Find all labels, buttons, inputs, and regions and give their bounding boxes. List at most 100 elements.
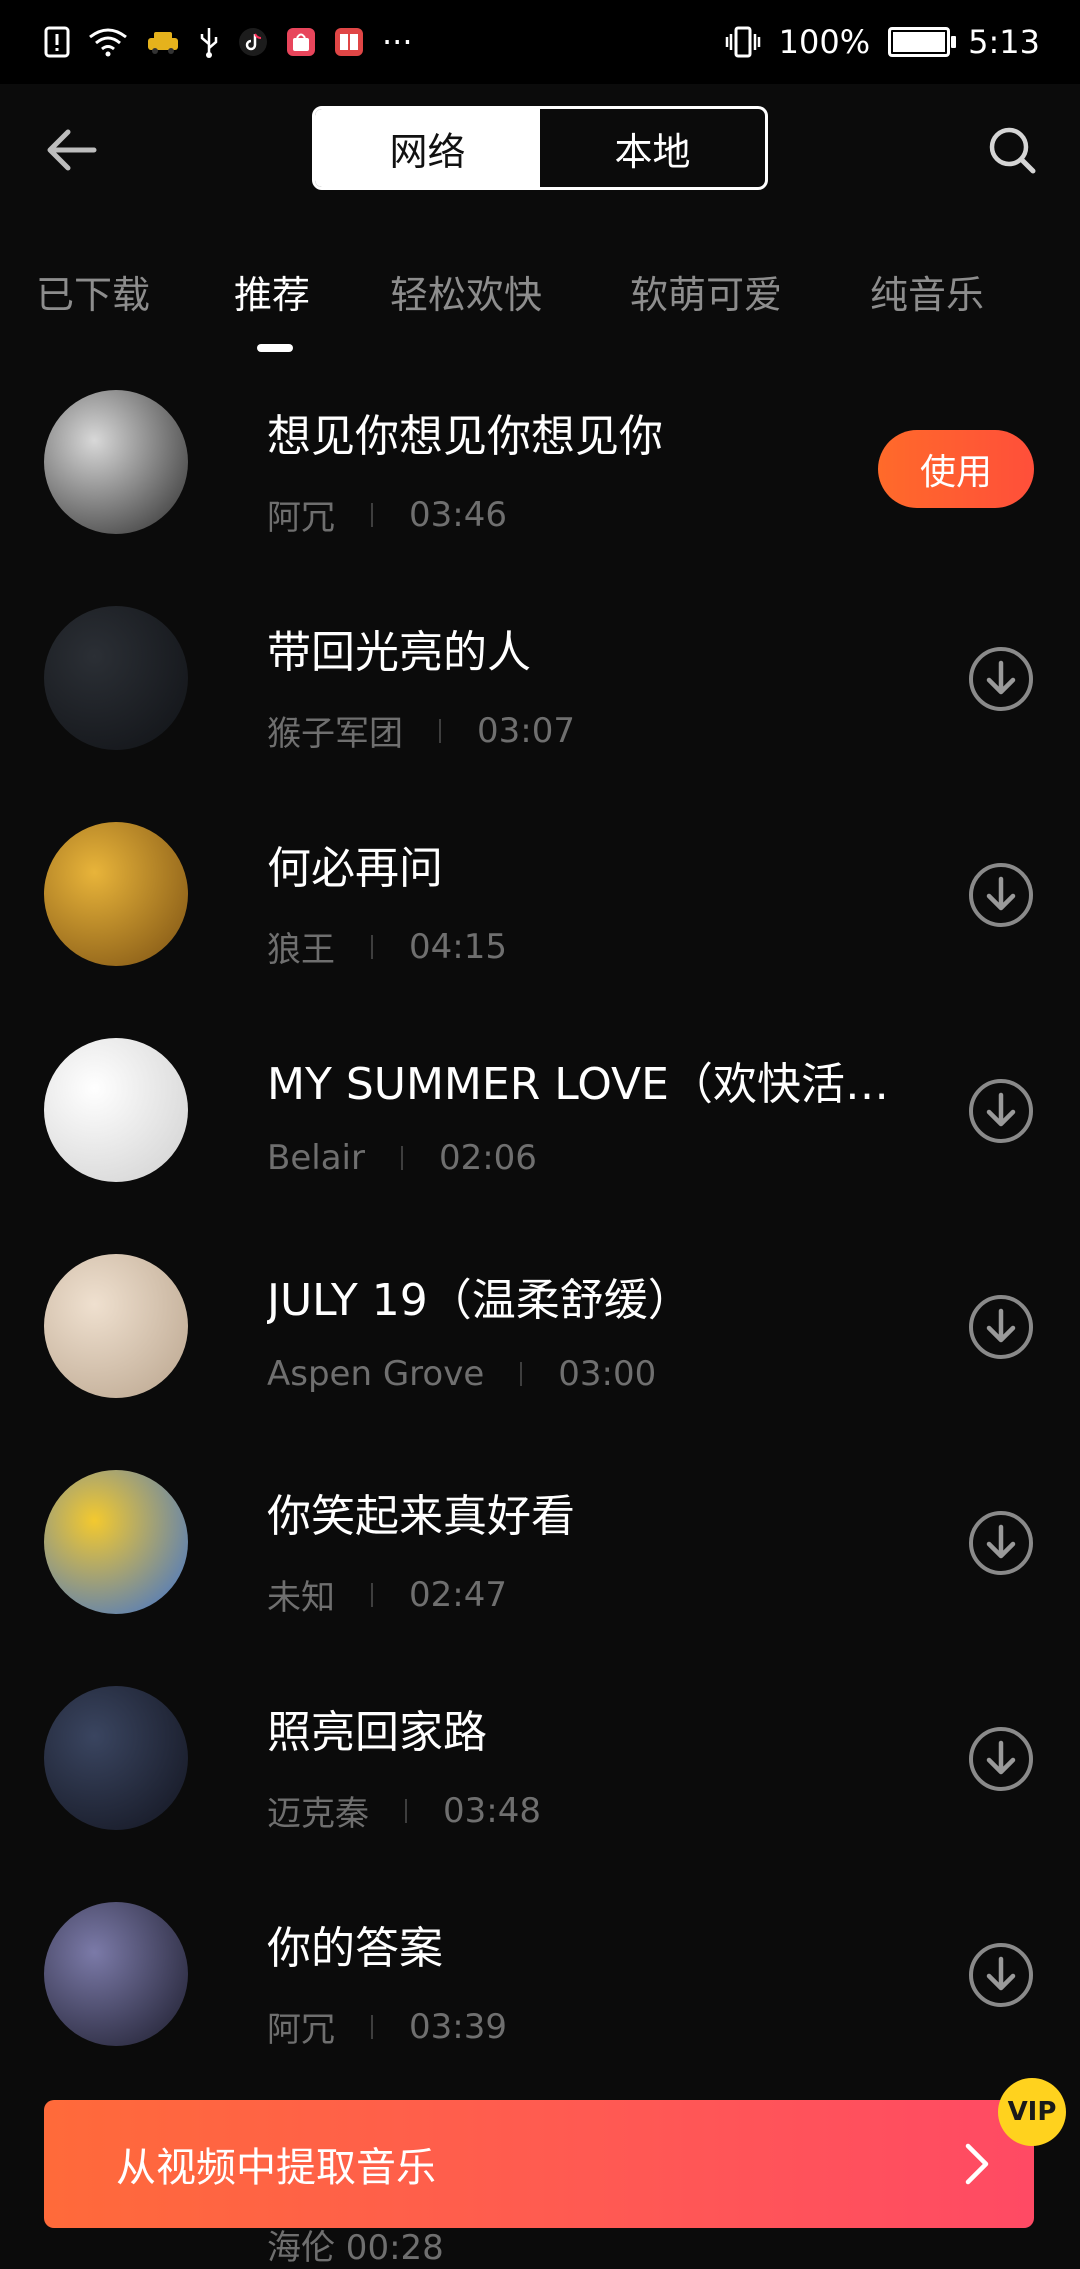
alert-icon: [44, 26, 70, 58]
download-icon[interactable]: [968, 1078, 1034, 1144]
song-meta: 阿冗 03:46: [267, 490, 507, 539]
use-song-button[interactable]: 使用: [878, 430, 1034, 508]
song-meta: Aspen Grove 03:00: [267, 1354, 656, 1394]
source-segmented-control: 网络 本地: [312, 106, 768, 190]
back-button[interactable]: [38, 118, 102, 182]
song-meta: Belair 02:06: [267, 1138, 537, 1178]
meta-divider: [439, 718, 441, 743]
tab-instrumental[interactable]: 纯音乐: [870, 264, 984, 319]
taxi-app-icon: [146, 28, 180, 56]
status-left: ···: [44, 26, 413, 58]
download-icon[interactable]: [968, 1294, 1034, 1360]
album-cover: [44, 1686, 188, 1830]
download-icon[interactable]: [968, 1726, 1034, 1792]
vip-badge: VIP: [998, 2078, 1066, 2146]
song-title: 你笑起来真好看: [267, 1491, 575, 1542]
tab-relaxed-happy[interactable]: 轻松欢快: [390, 264, 542, 319]
header: 网络 本地: [0, 84, 1080, 214]
meta-divider: [371, 934, 373, 959]
song-title: JULY 19（温柔舒缓）: [267, 1275, 692, 1326]
song-artist: 猴子军团: [267, 714, 403, 754]
album-cover: [44, 1902, 188, 2046]
segment-network[interactable]: 网络: [315, 109, 540, 187]
song-artist: 未知: [267, 1578, 335, 1618]
download-icon[interactable]: [968, 862, 1034, 928]
reader-app-icon: [334, 27, 364, 57]
wifi-icon: [88, 27, 128, 57]
meta-divider: [405, 1798, 407, 1823]
song-meta: 迈克秦 03:48: [267, 1786, 541, 1835]
song-row[interactable]: 你笑起来真好看 未知 02:47: [0, 1466, 1080, 1682]
song-title: 你的答案: [267, 1923, 443, 1974]
song-duration: 02:06: [438, 1138, 537, 1178]
search-icon: [989, 127, 1036, 174]
album-cover: [44, 1038, 188, 1182]
song-list: 想见你想见你想见你 阿冗 03:46 使用 带回光亮的人 猴子军团 03:07 …: [0, 386, 1080, 2114]
song-duration: 04:15: [409, 926, 507, 967]
tiktok-app-icon: [238, 27, 268, 57]
extract-music-label: 从视频中提取音乐: [116, 2145, 436, 2191]
download-icon[interactable]: [968, 1510, 1034, 1576]
battery-fill: [893, 32, 946, 52]
song-row[interactable]: 想见你想见你想见你 阿冗 03:46 使用: [0, 386, 1080, 602]
song-artist: 阿冗: [267, 2010, 335, 2050]
song-artist: Belair: [267, 1138, 365, 1178]
segment-local[interactable]: 本地: [540, 109, 765, 187]
song-row[interactable]: MY SUMMER LOVE（欢快活泼） Belair 02:06: [0, 1034, 1080, 1250]
song-meta: 阿冗 03:39: [267, 2002, 507, 2051]
tab-cute[interactable]: 软萌可爱: [630, 264, 782, 319]
song-row[interactable]: JULY 19（温柔舒缓） Aspen Grove 03:00: [0, 1250, 1080, 1466]
song-meta: 猴子军团 03:07: [267, 706, 575, 755]
album-cover: [44, 606, 188, 750]
search-button[interactable]: [980, 118, 1044, 182]
album-cover: [44, 1254, 188, 1398]
album-cover: [44, 390, 188, 534]
chevron-right-icon: [965, 2143, 989, 2185]
meta-divider: [520, 1362, 523, 1386]
battery-icon: [888, 27, 957, 57]
download-icon[interactable]: [968, 1942, 1034, 2008]
song-title: 何必再问: [267, 843, 443, 894]
status-right: 100% 5:13: [725, 26, 1040, 58]
vibrate-icon: [725, 26, 761, 58]
song-title: 想见你想见你想见你: [267, 411, 663, 462]
song-artist: 迈克秦: [267, 1794, 369, 1834]
back-arrow-icon: [47, 129, 97, 171]
song-duration: 03:46: [409, 494, 507, 535]
download-icon[interactable]: [968, 646, 1034, 712]
more-notifications-indicator: ···: [382, 23, 413, 61]
meta-divider: [371, 1582, 373, 1607]
meta-divider: [371, 502, 373, 527]
song-artist: 狼王: [267, 930, 335, 970]
song-row[interactable]: 照亮回家路 迈克秦 03:48: [0, 1682, 1080, 1898]
song-title: 带回光亮的人: [267, 627, 531, 678]
active-tab-indicator: [257, 344, 293, 352]
song-title: MY SUMMER LOVE（欢快活泼）: [267, 1059, 917, 1110]
category-tabs: 已下载 推荐 轻松欢快 软萌可爱 纯音乐: [0, 250, 1080, 360]
song-duration: 03:07: [477, 710, 575, 751]
song-artist: Aspen Grove: [267, 1354, 485, 1394]
song-duration: 02:47: [409, 1574, 507, 1615]
meta-divider: [400, 1146, 403, 1170]
song-artist: 阿冗: [267, 498, 335, 538]
song-row[interactable]: 你的答案 阿冗 03:39: [0, 1898, 1080, 2114]
status-bar: ··· 100% 5:13: [0, 0, 1080, 84]
meta-divider: [371, 2014, 373, 2039]
extract-music-from-video-button[interactable]: 从视频中提取音乐: [44, 2100, 1034, 2228]
album-cover: [44, 1470, 188, 1614]
song-row[interactable]: 何必再问 狼王 04:15: [0, 818, 1080, 1034]
clock: 5:13: [968, 23, 1040, 61]
song-duration: 03:48: [443, 1790, 541, 1831]
song-title: 照亮回家路: [267, 1707, 487, 1758]
tab-recommended[interactable]: 推荐: [234, 264, 310, 319]
shopping-app-icon: [286, 27, 316, 57]
album-cover: [44, 822, 188, 966]
song-row[interactable]: 带回光亮的人 猴子军团 03:07: [0, 602, 1080, 818]
usb-icon: [198, 26, 220, 58]
tab-downloaded[interactable]: 已下载: [36, 264, 150, 319]
song-duration: 03:39: [409, 2006, 507, 2047]
song-meta: 狼王 04:15: [267, 922, 507, 971]
song-duration: 03:00: [558, 1354, 657, 1394]
song-meta: 未知 02:47: [267, 1570, 507, 1619]
battery-percent: 100%: [778, 23, 871, 61]
